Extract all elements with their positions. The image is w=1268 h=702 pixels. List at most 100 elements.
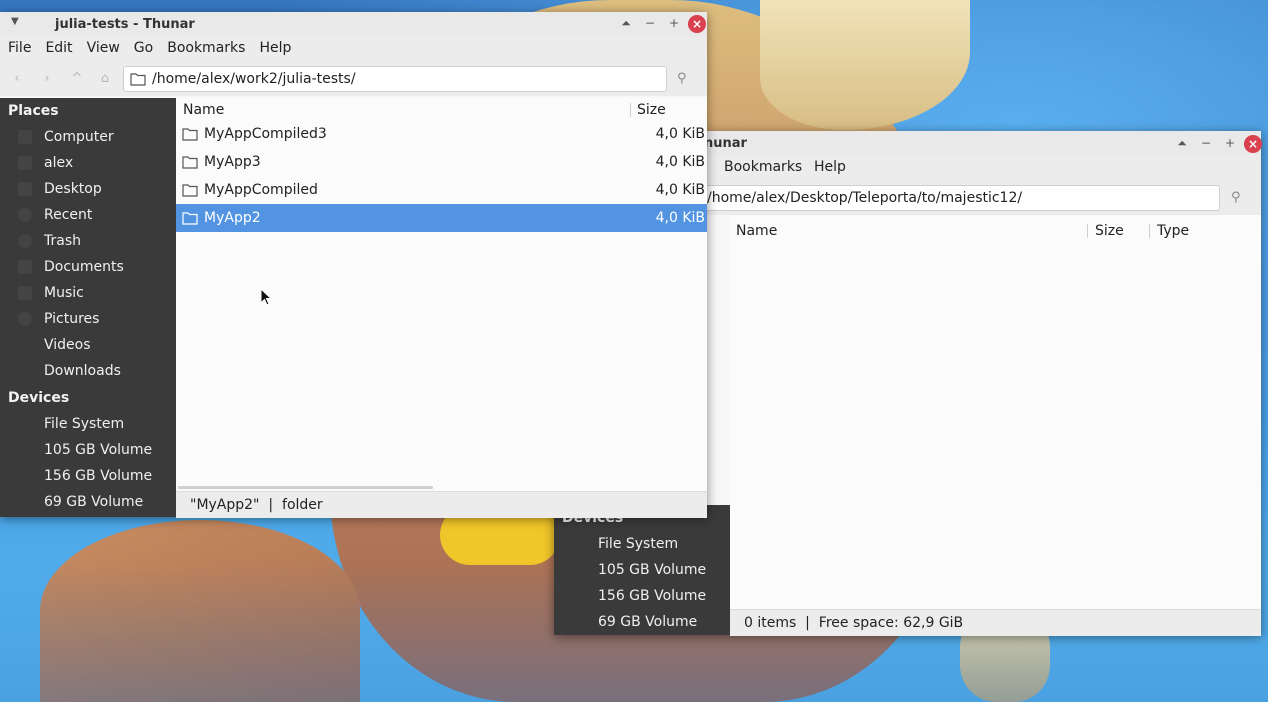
sidebar-item-label: File System bbox=[44, 416, 125, 432]
sidebar-item-desktop[interactable]: Desktop bbox=[0, 176, 176, 202]
up-icon[interactable]: ^ bbox=[66, 71, 88, 86]
menu-file[interactable]: File bbox=[8, 40, 31, 56]
window-titlebar[interactable]: ▼ julia-tests - Thunar ⏶ − + × bbox=[0, 12, 707, 36]
mouse-cursor-icon bbox=[260, 288, 272, 306]
status-text: 0 items | Free space: 62,9 GiB bbox=[744, 615, 964, 631]
location-path: /home/alex/work2/julia-tests/ bbox=[152, 71, 356, 87]
file-list[interactable]: Name Size MyAppCompiled3 4,0 KiB MyApp3 … bbox=[176, 98, 707, 491]
column-header: Name Size Type bbox=[730, 219, 1261, 243]
location-path: /home/alex/Desktop/Teleporta/to/majestic… bbox=[707, 190, 1023, 206]
menu-bookmarks[interactable]: Bookmarks bbox=[724, 159, 802, 175]
status-text: "MyApp2" | folder bbox=[190, 497, 323, 513]
trash-icon bbox=[18, 234, 32, 248]
pictures-icon bbox=[18, 312, 32, 326]
computer-icon bbox=[18, 130, 32, 144]
file-row[interactable]: MyApp3 4,0 KiB bbox=[176, 148, 707, 176]
drive-icon bbox=[572, 589, 586, 603]
sidebar-item-pictures[interactable]: Pictures bbox=[0, 306, 176, 332]
sidebar-item-downloads[interactable]: Downloads bbox=[0, 358, 176, 384]
drive-icon bbox=[572, 615, 586, 629]
column-name[interactable]: Name bbox=[183, 102, 224, 118]
maximize-button[interactable]: + bbox=[1222, 135, 1238, 151]
side-pane: Places Computer alex Desktop Recent Tras… bbox=[0, 98, 176, 517]
menu-bookmarks[interactable]: Bookmarks bbox=[167, 40, 245, 56]
column-separator[interactable] bbox=[1087, 224, 1088, 238]
thunar-window-julia-tests: ▼ julia-tests - Thunar ⏶ − + × File Edit… bbox=[0, 12, 707, 518]
sidebar-item-label: Downloads bbox=[44, 363, 121, 379]
folder-icon bbox=[182, 184, 198, 197]
sidebar-item-105gb[interactable]: 105 GB Volume bbox=[554, 557, 730, 583]
home-icon[interactable]: ⌂ bbox=[94, 71, 116, 86]
documents-icon bbox=[18, 260, 32, 274]
file-row[interactable]: MyAppCompiled 4,0 KiB bbox=[176, 176, 707, 204]
sidebar-item-label: 156 GB Volume bbox=[44, 468, 153, 484]
clock-icon bbox=[18, 208, 32, 222]
side-pane: Devices File System 105 GB Volume 156 GB… bbox=[554, 505, 730, 635]
sidebar-item-file-system[interactable]: File System bbox=[0, 411, 176, 437]
desktop-icon bbox=[18, 182, 32, 196]
sidebar-item-videos[interactable]: Videos bbox=[0, 332, 176, 358]
sidebar-item-156gb[interactable]: 156 GB Volume bbox=[0, 463, 176, 489]
sidebar-item-music[interactable]: Music bbox=[0, 280, 176, 306]
close-button[interactable]: × bbox=[1244, 135, 1262, 153]
shade-icon[interactable]: ⏶ bbox=[1174, 135, 1190, 151]
sidebar-item-file-system[interactable]: File System bbox=[554, 531, 730, 557]
videos-icon bbox=[18, 338, 32, 352]
window-title: nunar bbox=[704, 136, 747, 151]
sidebar-item-computer[interactable]: Computer bbox=[0, 124, 176, 150]
column-size[interactable]: Size bbox=[637, 102, 666, 118]
file-name: MyAppCompiled bbox=[204, 182, 318, 198]
menu-view[interactable]: View bbox=[87, 40, 120, 56]
search-icon[interactable]: ⚲ bbox=[1231, 190, 1241, 205]
search-icon[interactable]: ⚲ bbox=[677, 71, 687, 86]
menu-go[interactable]: Go bbox=[134, 40, 153, 56]
drive-icon bbox=[18, 443, 32, 457]
folder-icon bbox=[182, 128, 198, 141]
sidebar-item-label: 105 GB Volume bbox=[44, 442, 153, 458]
menu-help[interactable]: Help bbox=[259, 40, 291, 56]
file-row[interactable]: MyAppCompiled3 4,0 KiB bbox=[176, 120, 707, 148]
sidebar-item-label: Videos bbox=[44, 337, 91, 353]
folder-icon bbox=[182, 212, 198, 225]
sidebar-item-69gb[interactable]: 69 GB Volume bbox=[0, 489, 176, 515]
menu-edit[interactable]: Edit bbox=[45, 40, 72, 56]
horizontal-scrollbar[interactable] bbox=[178, 486, 433, 489]
file-list[interactable]: Name Size Type bbox=[730, 215, 1261, 609]
location-bar[interactable]: /home/alex/Desktop/Teleporta/to/majestic… bbox=[702, 185, 1220, 211]
location-bar[interactable]: /home/alex/work2/julia-tests/ bbox=[123, 66, 667, 92]
close-button[interactable]: × bbox=[688, 15, 706, 33]
status-bar: "MyApp2" | folder bbox=[176, 491, 707, 518]
sidebar-item-156gb[interactable]: 156 GB Volume bbox=[554, 583, 730, 609]
column-header: Name Size bbox=[176, 98, 707, 122]
sidebar-item-label: 69 GB Volume bbox=[44, 494, 144, 510]
sidebar-item-label: Pictures bbox=[44, 311, 100, 327]
column-size[interactable]: Size bbox=[1095, 223, 1124, 239]
column-separator[interactable] bbox=[630, 103, 631, 117]
sidebar-item-69gb[interactable]: 69 GB Volume bbox=[554, 609, 730, 635]
file-name: MyApp3 bbox=[204, 154, 261, 170]
sidebar-item-105gb[interactable]: 105 GB Volume bbox=[0, 437, 176, 463]
column-type[interactable]: Type bbox=[1157, 223, 1189, 239]
shade-icon[interactable]: ⏶ bbox=[618, 15, 634, 31]
back-icon[interactable]: ‹ bbox=[6, 71, 28, 86]
sidebar-item-label: alex bbox=[44, 155, 74, 171]
file-row-selected[interactable]: MyApp2 4,0 KiB bbox=[176, 204, 707, 232]
column-separator[interactable] bbox=[1149, 224, 1150, 238]
drive-icon bbox=[572, 537, 586, 551]
minimize-button[interactable]: − bbox=[642, 15, 658, 31]
sidebar-item-recent[interactable]: Recent bbox=[0, 202, 176, 228]
sidebar-item-label: Music bbox=[44, 285, 84, 301]
minimize-button[interactable]: − bbox=[1198, 135, 1214, 151]
file-size: 4,0 KiB bbox=[655, 154, 705, 170]
sidebar-item-alex[interactable]: alex bbox=[0, 150, 176, 176]
drive-icon bbox=[572, 563, 586, 577]
forward-icon[interactable]: › bbox=[36, 71, 58, 86]
column-name[interactable]: Name bbox=[736, 223, 777, 239]
maximize-button[interactable]: + bbox=[666, 15, 682, 31]
music-icon bbox=[18, 286, 32, 300]
sidebar-item-trash[interactable]: Trash bbox=[0, 228, 176, 254]
status-bar: 0 items | Free space: 62,9 GiB bbox=[730, 609, 1261, 636]
sidebar-item-documents[interactable]: Documents bbox=[0, 254, 176, 280]
menu-help[interactable]: Help bbox=[814, 159, 846, 175]
window-menu-icon[interactable]: ▼ bbox=[11, 16, 19, 27]
